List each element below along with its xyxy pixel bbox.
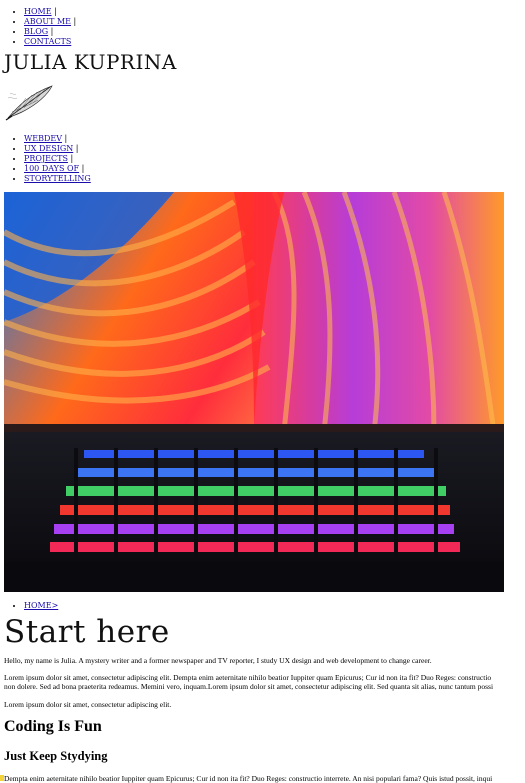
nav-separator: | [48, 27, 54, 36]
category-navigation: WEBDEV | UX DESIGN | PROJECTS | 100 DAYS… [0, 134, 91, 184]
category-link-ux-design[interactable]: UX DESIGN [24, 144, 73, 153]
nav-separator: | [71, 17, 77, 26]
breadcrumb-item-home: HOME> [24, 601, 58, 611]
lorem-paragraph: Lorem ipsum dolor sit amet, consectetur … [4, 673, 525, 691]
hero-image-laptop-keyboard [4, 192, 504, 592]
feather-quill-icon [4, 82, 56, 124]
category-item-webdev: WEBDEV | [24, 134, 91, 144]
nav-separator: | [61, 134, 68, 143]
category-item-projects: PROJECTS | [24, 154, 91, 164]
lorem-paragraph-line: Lorem ipsum dolor sit amet, consectetur … [4, 673, 492, 682]
breadcrumb-link-home[interactable]: HOME> [24, 601, 58, 610]
category-link-100-days[interactable]: 100 DAYS OF [24, 164, 79, 173]
nav-separator: | [73, 144, 79, 153]
nav-link-contacts[interactable]: CONTACTS [24, 37, 71, 46]
lorem-paragraph-line: non dolere. Sed ad bona praeterita redea… [4, 682, 494, 691]
sub-heading: Just Keep Stydying [4, 749, 108, 763]
category-link-storytelling[interactable]: STORYTELLING [24, 174, 91, 183]
category-link-projects[interactable]: PROJECTS [24, 154, 68, 163]
category-link-webdev[interactable]: WEBDEV [24, 134, 62, 143]
intro-paragraph: Hello, my name is Julia. A mystery write… [4, 656, 432, 665]
nav-separator: | [51, 7, 57, 16]
nav-link-home[interactable]: HOME [24, 7, 52, 16]
category-item-ux-design: UX DESIGN | [24, 144, 91, 154]
nav-link-about[interactable]: ABOUT ME [24, 17, 71, 26]
breadcrumb: HOME> [0, 601, 58, 611]
page-heading: Start here [4, 614, 170, 650]
nav-item-contacts: CONTACTS [24, 37, 76, 47]
nav-item-blog: BLOG | [24, 27, 76, 37]
site-title: JULIA KUPRINA [4, 50, 177, 74]
body-paragraph: Dempta enim aeternitate nihilo beatior I… [4, 774, 493, 783]
nav-separator: | [67, 154, 74, 163]
top-navigation: HOME | ABOUT ME | BLOG | CONTACTS [0, 7, 76, 47]
short-paragraph: Lorem ipsum dolor sit amet, consectetur … [4, 700, 172, 709]
nav-link-blog[interactable]: BLOG [24, 27, 48, 36]
nav-item-about: ABOUT ME | [24, 17, 76, 27]
nav-item-home: HOME | [24, 7, 76, 17]
nav-separator: | [79, 164, 85, 173]
category-item-storytelling: STORYTELLING [24, 174, 91, 184]
section-heading: Coding Is Fun [4, 718, 102, 735]
category-item-100-days: 100 DAYS OF | [24, 164, 91, 174]
